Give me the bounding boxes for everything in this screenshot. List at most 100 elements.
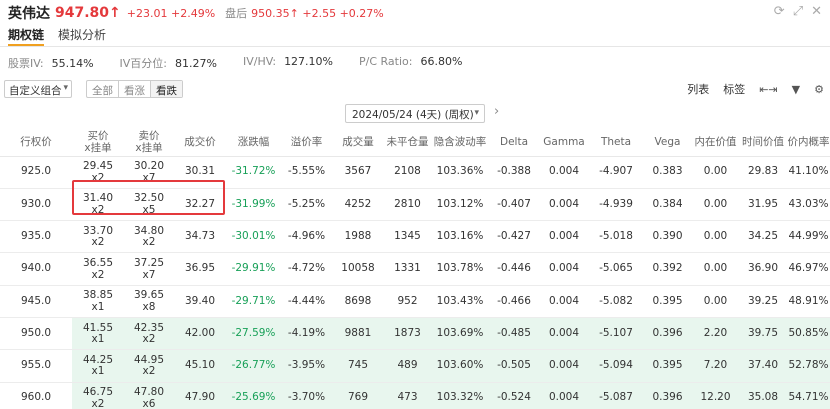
tab-option-chain[interactable]: 期权链 [8, 26, 45, 46]
column-header[interactable]: Gamma [539, 128, 589, 157]
table-row[interactable]: 930.0 31.40 x2 32.50 x5 32.27 -31.99% -5.25% 425… [0, 188, 830, 222]
column-header[interactable]: 买价 x挂单 [72, 128, 124, 157]
cell-ask[interactable]: 47.80 x6 [124, 382, 174, 409]
column-header[interactable]: Theta [589, 128, 643, 157]
cell-intr: 7.20 [692, 349, 739, 383]
tag-view-button[interactable]: 标签 [723, 81, 745, 97]
cell-ask[interactable]: 44.95 x2 [124, 349, 174, 383]
cell-chg: -27.59% [226, 317, 281, 351]
table-row[interactable]: 955.0 44.25 x1 44.95 x2 45.10 -26.77% -3.95% 745… [0, 349, 830, 383]
gear-icon[interactable]: ⚙ [814, 83, 824, 96]
cell-gamma: 0.004 [539, 382, 589, 409]
column-header[interactable]: 时间价值 [739, 128, 787, 157]
cell-strike: 960.0 [0, 382, 72, 409]
cell-bid[interactable]: 46.75 x2 [72, 382, 124, 409]
column-header[interactable]: 行权价 [0, 128, 72, 157]
filter-calls-button[interactable]: 看涨 [119, 81, 151, 97]
column-header[interactable]: 涨跌幅 [226, 128, 281, 157]
stat-pc-ratio: P/C Ratio: 66.80% [359, 55, 463, 68]
cell-oi: 473 [384, 382, 431, 409]
collapse-icon[interactable]: ⇤⇥ [759, 83, 777, 96]
cell-intr: 0.00 [692, 252, 739, 286]
cell-oi: 489 [384, 349, 431, 383]
column-header[interactable]: 溢价率 [281, 128, 332, 157]
cell-tv: 29.83 [739, 156, 787, 189]
column-header[interactable]: Vega [643, 128, 692, 157]
chevron-down-icon: ▾ [474, 108, 479, 118]
quote-header: 英伟达 947.80↑ +23.01 +2.49% 盘后 950.35↑ +2.… [0, 0, 830, 26]
cell-ask[interactable]: 32.50 x5 [124, 188, 174, 222]
table-row[interactable]: 950.0 41.55 x1 42.35 x2 42.00 -27.59% -4.19% 988… [0, 317, 830, 351]
cell-last: 36.95 [174, 252, 226, 286]
close-icon[interactable]: ✕ [811, 4, 822, 19]
cell-bid[interactable]: 29.45 x2 [72, 156, 124, 189]
cell-bid[interactable]: 33.70 x2 [72, 220, 124, 254]
cell-strike: 955.0 [0, 349, 72, 383]
cell-strike: 940.0 [0, 252, 72, 286]
refresh-icon[interactable]: ⟳ [774, 4, 785, 19]
column-header[interactable]: 隐含波动率 [431, 128, 489, 157]
combo-select[interactable]: 自定义组合 ▾ [4, 80, 72, 98]
cell-vol: 3567 [332, 156, 384, 189]
table-header-row: 行权价 买价 x挂单 卖价 x挂单 成交价 涨跌幅 溢价率 成交量 未平仓量 隐含波动率 Delta G… [0, 128, 830, 157]
cell-intr: 2.20 [692, 317, 739, 351]
iv-stats: 股票IV: 55.14% IV百分位: 81.27% IV/HV: 127.10% P… [8, 55, 462, 71]
cell-bid[interactable]: 36.55 x2 [72, 252, 124, 286]
cell-tv: 39.75 [739, 317, 787, 351]
cell-delta: -0.466 [489, 285, 539, 318]
filter-all-button[interactable]: 全部 [87, 81, 119, 97]
filter-icon[interactable]: ▼ [792, 83, 800, 96]
column-header[interactable]: 未平仓量 [384, 128, 431, 157]
cell-bid[interactable]: 41.55 x1 [72, 317, 124, 351]
cell-iv: 103.12% [431, 188, 489, 222]
cell-oi: 2810 [384, 188, 431, 222]
tab-simulation[interactable]: 模拟分析 [58, 26, 106, 46]
cell-ask[interactable]: 30.20 x7 [124, 156, 174, 189]
cell-ask[interactable]: 37.25 x7 [124, 252, 174, 286]
cell-bid[interactable]: 44.25 x1 [72, 349, 124, 383]
column-header[interactable]: 内在价值 [692, 128, 739, 157]
cell-oi: 1331 [384, 252, 431, 286]
column-header[interactable]: 成交量 [332, 128, 384, 157]
list-view-button[interactable]: 列表 [687, 81, 709, 97]
cell-tv: 34.25 [739, 220, 787, 254]
cell-ask[interactable]: 34.80 x2 [124, 220, 174, 254]
column-header[interactable]: 价内概率 [787, 128, 830, 157]
table-row[interactable]: 935.0 33.70 x2 34.80 x2 34.73 -30.01% -4.96% 198… [0, 220, 830, 254]
cell-vol: 1988 [332, 220, 384, 254]
cell-intr: 0.00 [692, 285, 739, 318]
expand-icon[interactable]: ⤢ [793, 4, 803, 19]
table-row[interactable]: 940.0 36.55 x2 37.25 x7 36.95 -29.91% -4.72% 100… [0, 252, 830, 286]
cell-ask[interactable]: 42.35 x2 [124, 317, 174, 351]
cell-vega: 0.383 [643, 156, 692, 189]
cell-strike: 925.0 [0, 156, 72, 189]
cell-last: 34.73 [174, 220, 226, 254]
table-row[interactable]: 960.0 46.75 x2 47.80 x6 47.90 -25.69% -3.70% 769… [0, 382, 830, 409]
column-header[interactable]: 成交价 [174, 128, 226, 157]
column-header[interactable]: 卖价 x挂单 [124, 128, 174, 157]
expiry-date-select[interactable]: 2024/05/24 (4天) (周权) ▾ [345, 104, 485, 123]
cell-chg: -29.91% [226, 252, 281, 286]
cell-ask[interactable]: 39.65 x8 [124, 285, 174, 318]
cell-vega: 0.395 [643, 349, 692, 383]
cell-bid[interactable]: 31.40 x2 [72, 188, 124, 222]
cell-chg: -29.71% [226, 285, 281, 318]
column-header[interactable]: Delta [489, 128, 539, 157]
next-expiry-icon[interactable]: › [494, 104, 499, 119]
cell-iv: 103.43% [431, 285, 489, 318]
control-bar: 自定义组合 ▾ 全部 看涨 看跌 列表 标签 ⇤⇥ ▼ ⚙ [0, 78, 830, 100]
cell-gamma: 0.004 [539, 188, 589, 222]
cell-prob: 43.03% [787, 188, 830, 222]
cell-vega: 0.396 [643, 317, 692, 351]
table-row[interactable]: 925.0 29.45 x2 30.20 x7 30.31 -31.72% -5.55% 356… [0, 156, 830, 189]
cell-delta: -0.446 [489, 252, 539, 286]
cell-vega: 0.396 [643, 382, 692, 409]
cell-theta: -5.082 [589, 285, 643, 318]
cell-gamma: 0.004 [539, 349, 589, 383]
table-row[interactable]: 945.0 38.85 x1 39.65 x8 39.40 -29.71% -4.44% 869… [0, 285, 830, 318]
cell-intr: 0.00 [692, 220, 739, 254]
filter-puts-button[interactable]: 看跌 [151, 81, 182, 97]
cell-last: 42.00 [174, 317, 226, 351]
cell-vega: 0.392 [643, 252, 692, 286]
cell-bid[interactable]: 38.85 x1 [72, 285, 124, 318]
